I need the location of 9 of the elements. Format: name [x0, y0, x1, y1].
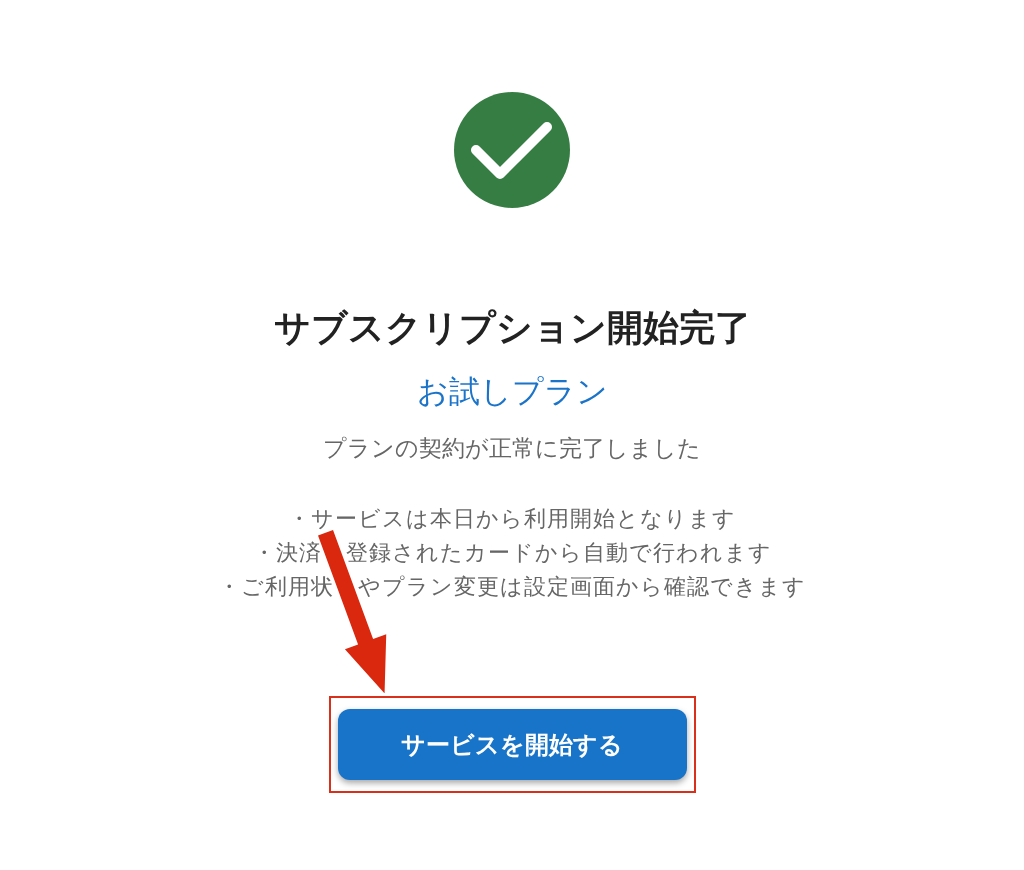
note-text: ・決済 [252, 539, 322, 567]
note-text: ・サービスは本日から利用開始となります [288, 505, 736, 533]
plan-name: お試しプラン [416, 373, 608, 411]
page-title: サブスクリプション開始完了 [273, 306, 751, 350]
note-text: やプラン変更は設定画面から確認できます [358, 573, 806, 601]
note-text: ・ご利用状 [218, 573, 334, 601]
success-message: プランの契約が正常に完了しました [323, 434, 701, 463]
start-service-button[interactable]: サービスを開始する [337, 709, 687, 780]
note-text: 登録されたカードから自動で行われます [345, 539, 772, 567]
